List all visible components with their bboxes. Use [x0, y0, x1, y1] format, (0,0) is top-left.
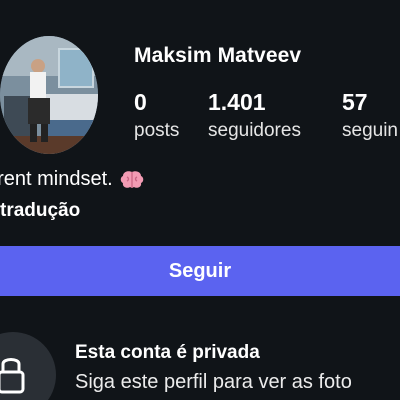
stat-followers-label: seguidores: [208, 120, 301, 141]
avatar-photo: [0, 36, 98, 154]
stat-following[interactable]: 57 seguin: [342, 88, 398, 144]
stat-posts-count: 0: [134, 89, 147, 115]
profile-screen: Maksim Matveev 0 posts 1.401 seguidores …: [0, 0, 400, 400]
bio-line-1: erent mindset.: [0, 168, 113, 190]
lock-icon: [0, 358, 25, 394]
stat-posts-label: posts: [134, 120, 180, 141]
stat-posts[interactable]: 0 posts: [134, 88, 179, 144]
profile-avatar[interactable]: [0, 36, 98, 154]
stat-followers-count: 1.401: [208, 89, 266, 115]
follow-button[interactable]: Seguir: [0, 246, 400, 296]
profile-username: Maksim Matveev: [134, 44, 302, 67]
stat-following-count: 57: [342, 89, 368, 115]
translation-link[interactable]: tradução: [0, 200, 80, 222]
stat-following-label: seguin: [342, 120, 398, 141]
private-account-title: Esta conta é privada: [75, 342, 260, 363]
private-account-subtitle: Siga este perfil para ver as foto: [75, 371, 352, 393]
stat-followers[interactable]: 1.401 seguidores: [208, 88, 301, 144]
brain-icon: [120, 170, 143, 188]
bio-text: erent mindset.: [0, 168, 145, 191]
